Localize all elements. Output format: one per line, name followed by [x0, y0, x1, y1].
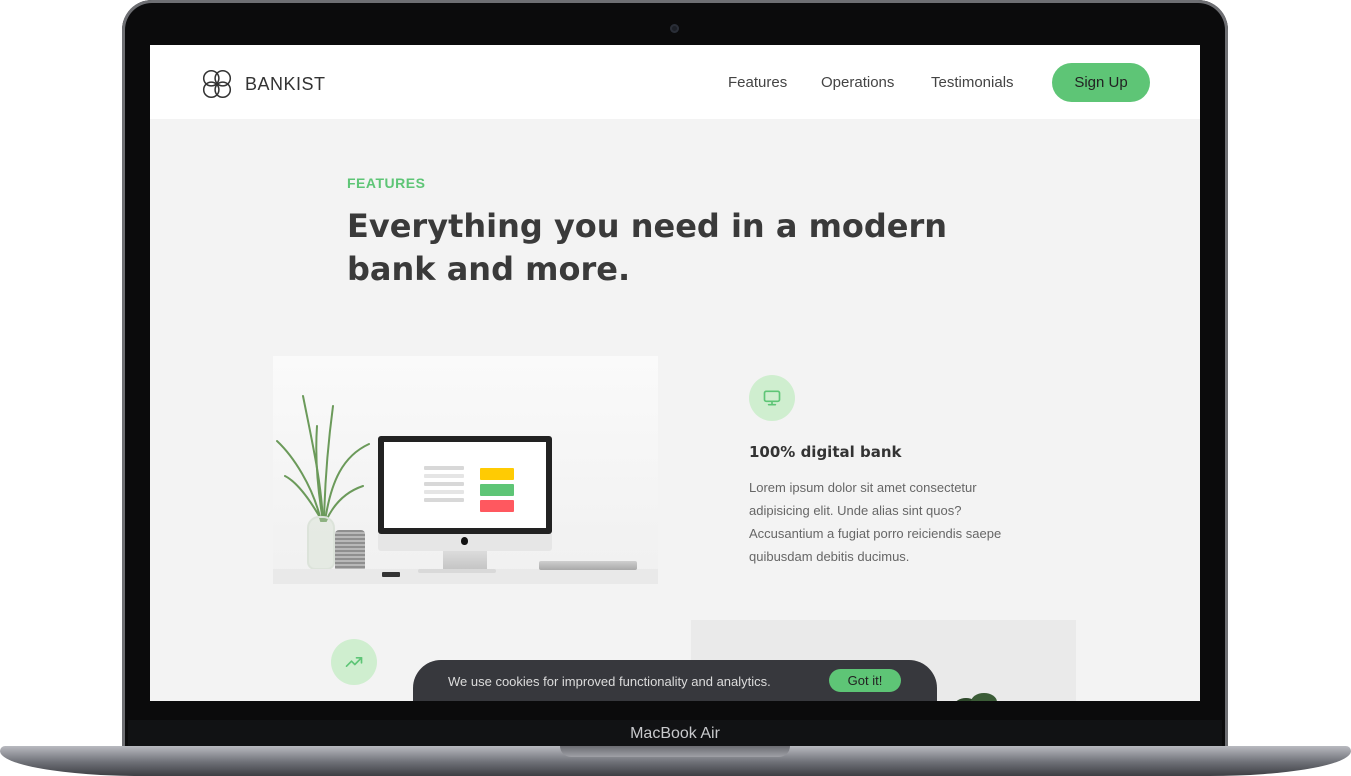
logo[interactable]: BANKIST [198, 65, 326, 103]
navigation-bar: BANKIST Features Operations Testimonials… [150, 45, 1200, 119]
nav-link-features[interactable]: Features [728, 74, 787, 91]
feature-title: 100% digital bank [749, 443, 902, 461]
apple-logo-icon [461, 537, 468, 545]
nav-link-testimonials[interactable]: Testimonials [931, 74, 1014, 91]
trending-up-icon [345, 657, 363, 667]
speaker [335, 530, 365, 572]
closed-laptop [539, 561, 637, 570]
feature-description: Lorem ipsum dolor sit amet consectetur a… [749, 480, 1002, 564]
section-title: Everything you need in a modern bank and… [347, 207, 948, 288]
glass-vase [307, 516, 335, 570]
feature-icon-circle-2 [331, 639, 377, 685]
cookie-banner: We use cookies for improved functionalit… [413, 660, 937, 701]
plant-leaves [956, 693, 997, 701]
keyboard [418, 569, 496, 573]
imac-display [378, 436, 552, 534]
browser-viewport: BANKIST Features Operations Testimonials… [150, 45, 1200, 701]
phone [382, 572, 400, 577]
nav-link-operations[interactable]: Operations [821, 74, 894, 91]
monitor-icon [763, 390, 781, 406]
sign-up-button[interactable]: Sign Up [1052, 63, 1150, 102]
cookie-accept-button[interactable]: Got it! [829, 669, 901, 692]
imac-stand [443, 551, 487, 569]
feature-image-digital-bank [273, 356, 658, 584]
laptop-chin: MacBook Air [128, 720, 1222, 748]
plant-illustration [276, 395, 370, 522]
laptop-notch [560, 746, 790, 757]
imac-screen-content [384, 442, 546, 528]
cookie-message: We use cookies for improved functionalit… [448, 674, 771, 689]
feature-icon-circle [749, 375, 795, 421]
device-label: MacBook Air [630, 725, 720, 742]
camera-icon [670, 24, 679, 33]
section-tag: FEATURES [347, 175, 426, 191]
bankist-logo-icon [202, 69, 232, 99]
logo-text: BANKIST [245, 73, 326, 94]
imac-chin [378, 534, 552, 551]
